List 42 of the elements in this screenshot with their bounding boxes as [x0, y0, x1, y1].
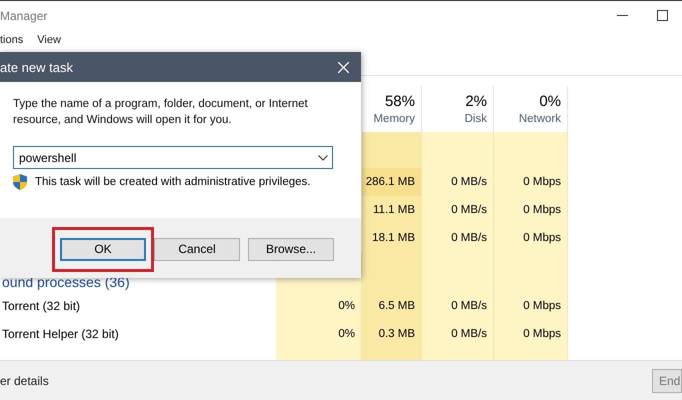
table-cell: 0 MB/s [422, 168, 494, 196]
menu-item[interactable]: tions [0, 34, 24, 46]
process-name[interactable]: Torrent (32 bit) [0, 292, 276, 320]
table-cell: 0% [276, 320, 362, 348]
process-name[interactable]: Torrent Helper (32 bit) [0, 320, 276, 348]
table-cell: 18.1 MB [362, 224, 422, 252]
table-cell [362, 132, 422, 168]
table-cell: 11.1 MB [362, 196, 422, 224]
table-cell [422, 132, 494, 168]
table-cell: 0 Mbps [494, 224, 568, 252]
dialog-message: Type the name of a program, folder, document, or Internet resource, and Windows will open it for you. [13, 97, 309, 128]
column-percent: 0% [538, 93, 561, 110]
dialog-title: ate new task [0, 60, 74, 74]
admin-note: This task will be created with administrative privileges. [35, 176, 310, 188]
table-cell: 0 MB/s [422, 224, 494, 252]
close-icon [338, 62, 348, 72]
table-cell: 0 Mbps [494, 168, 568, 196]
menu-item[interactable]: View [37, 34, 61, 46]
column-header[interactable]: Memory [362, 113, 415, 125]
fewer-details-link[interactable]: er details [0, 374, 652, 388]
table-cell: 0 MB/s [422, 292, 494, 320]
table-cell: 0% [276, 292, 362, 320]
table-cell: 0.3 MB [362, 320, 422, 348]
dialog-button[interactable]: Cancel [154, 238, 240, 260]
table-cell: 286.1 MB [362, 168, 422, 196]
shield-icon [13, 174, 27, 190]
window-title: Manager [0, 8, 48, 22]
column-percent: 2% [464, 93, 487, 110]
table-cell: 6.5 MB [362, 292, 422, 320]
dialog-button[interactable]: OK [60, 238, 146, 260]
table-cell: 0 MB/s [422, 320, 494, 348]
column-header[interactable]: Disk [422, 113, 487, 125]
table-cell: 0 MB/s [422, 196, 494, 224]
command-field[interactable]: powershell [13, 146, 333, 169]
table-cell: 0 Mbps [494, 320, 568, 348]
minimize-icon [616, 14, 628, 16]
table-cell: 0 Mbps [494, 292, 568, 320]
maximize-icon [656, 10, 668, 21]
column-header[interactable]: Network [494, 113, 561, 125]
table-cell: 0 Mbps [494, 196, 568, 224]
dialog-button[interactable]: Browse... [248, 238, 334, 260]
column-percent: 58% [384, 93, 415, 110]
